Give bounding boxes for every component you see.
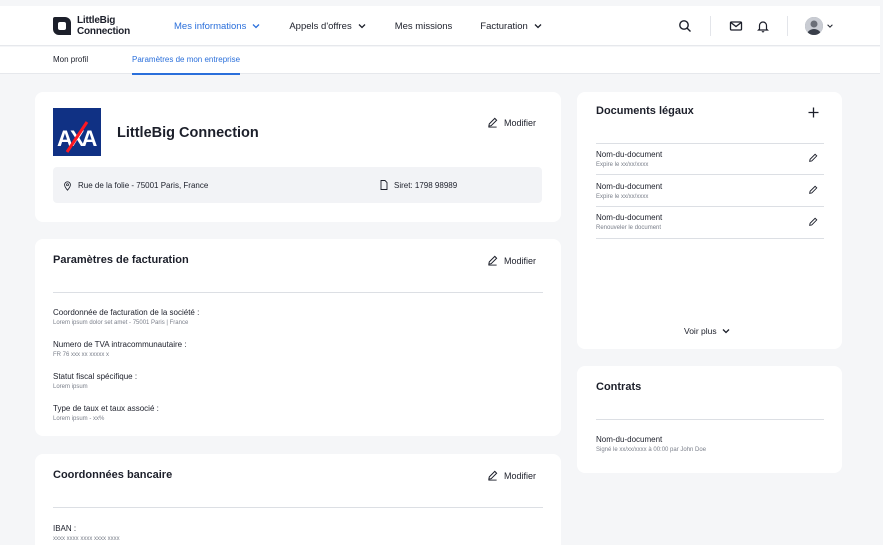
contracts-card: Contrats Nom-du-document Signé le xx/xx/… [577,366,842,473]
bank-card: Coordonnées bancaire Modifier IBAN : xxx… [35,454,561,545]
see-more-button[interactable]: Voir plus [684,326,731,336]
pencil-icon [488,117,498,128]
nav-item-appels-offres[interactable]: Appels d'offres [289,21,366,32]
main-nav: Mes informations Appels d'offres Mes mis… [174,6,571,46]
doc-status: Expire le xx/xx/xxxx [596,162,649,168]
doc-name: Nom-du-document [596,213,663,222]
modify-billing-button[interactable]: Modifier [487,255,536,266]
billing-field-label: Type de taux et taux associé : [53,404,159,413]
company-siret: Siret: 1798 98989 [394,181,458,190]
nav-item-facturation[interactable]: Facturation [480,21,543,32]
divider [596,174,824,175]
search-icon[interactable] [678,19,692,33]
nav-item-mes-informations[interactable]: Mes informations [174,21,261,32]
divider [596,143,824,144]
brand-line2: Connection [77,26,130,37]
bell-icon[interactable] [756,19,770,33]
legal-docs-title: Documents légaux [596,105,694,117]
nav-item-mes-missions[interactable]: Mes missions [395,21,453,32]
tab-parametres-entreprise[interactable]: Paramètres de mon entreprise [132,55,241,75]
brand-line1: LittleBig [77,15,116,26]
company-logo: AXA [53,108,101,156]
chevron-down-icon[interactable] [826,22,834,30]
avatar[interactable] [805,17,823,35]
header-actions [678,6,834,46]
divider [787,16,788,36]
chevron-down-icon [534,24,542,29]
doc-name: Nom-du-document [596,150,663,159]
divider [596,206,824,207]
company-info-bar: Rue de la folie - 75001 Paris, France Si… [53,167,542,203]
nav-label: Facturation [480,20,528,32]
nav-label: Appels d'offres [289,20,352,32]
mail-icon[interactable] [729,19,743,33]
pencil-icon[interactable] [808,153,818,163]
billing-field-label: Numero de TVA intracommunautaire : [53,340,187,349]
top-navbar: LittleBig Connection Mes informations Ap… [0,6,880,46]
contracts-title: Contrats [596,381,642,393]
bank-field-value: xxxx xxxx xxxx xxxx xxxx [53,536,120,542]
doc-name: Nom-du-document [596,182,663,191]
location-pin-icon [64,181,71,191]
bank-field-label: IBAN : [53,524,77,533]
billing-field-value: FR 76 xxx xx xxxxx x [53,352,110,358]
divider [596,419,824,420]
billing-field-label: Coordonnée de facturation de la société … [53,308,200,317]
billing-field-value: Lorem ipsum [53,384,88,390]
logo-mark-icon [52,16,72,36]
billing-field-value: Lorem ipsum - xx% [53,416,105,422]
divider [710,16,711,36]
nav-label: Mes missions [394,20,453,32]
doc-name: Nom-du-document [596,435,663,444]
chevron-down-icon [252,24,260,29]
nav-label: Mes informations [174,20,247,32]
modify-company-button[interactable]: Modifier [487,117,536,128]
doc-status: Renouveler le document [596,225,662,231]
divider [53,507,543,508]
chevron-down-icon [358,24,366,29]
company-name: LittleBig Connection [117,125,259,141]
pencil-icon[interactable] [808,185,818,195]
billing-title: Paramètres de facturation [53,254,189,266]
tab-mon-profil[interactable]: Mon profil [53,55,88,64]
document-icon [380,180,388,190]
pencil-icon [488,255,498,266]
modify-label: Modifier [504,117,537,128]
company-card: AXA LittleBig Connection Modifier Rue de… [35,92,561,222]
chevron-down-icon [722,329,730,334]
pencil-icon [488,470,498,481]
doc-status: Signé le xx/xx/xxxx à 00:00 par John Doe [596,447,707,453]
doc-status: Expire le xx/xx/xxxx [596,194,649,200]
billing-card: Paramètres de facturation Modifier Coord… [35,239,561,436]
legal-docs-card: Documents légaux Nom-du-document Expire … [577,92,842,349]
pencil-icon[interactable] [808,217,818,227]
billing-field-value: Lorem ipsum dolor set amet - 75001 Paris… [53,320,189,326]
brand-logo[interactable]: LittleBig Connection [52,15,130,37]
modify-bank-button[interactable]: Modifier [487,470,536,481]
see-more-label: Voir plus [684,326,717,336]
modify-label: Modifier [504,255,537,266]
billing-field-label: Statut fiscal spécifique : [53,372,138,381]
company-address: Rue de la folie - 75001 Paris, France [78,181,209,190]
bank-title: Coordonnées bancaire [53,469,173,481]
divider [596,238,824,239]
sub-navbar: Mon profil Paramètres de mon entreprise [0,47,880,75]
divider [53,292,543,293]
modify-label: Modifier [504,470,537,481]
add-icon[interactable] [808,107,819,118]
